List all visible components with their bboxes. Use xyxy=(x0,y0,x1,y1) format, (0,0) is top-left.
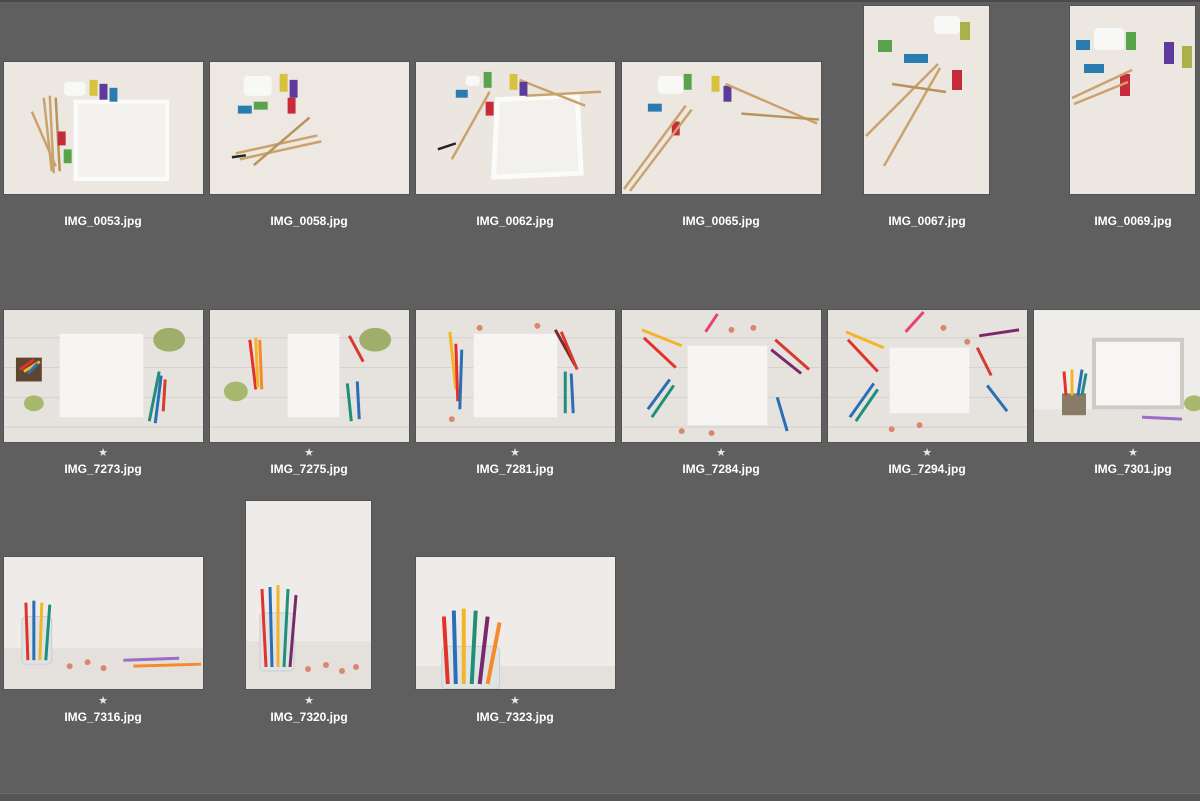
thumbnail-filename: IMG_0062.jpg xyxy=(476,214,554,228)
thumbnail-image[interactable] xyxy=(416,62,615,194)
thumbnail-image[interactable] xyxy=(4,557,203,689)
thumbnail-image[interactable] xyxy=(210,62,409,194)
thumbnail-filename: IMG_7294.jpg xyxy=(888,462,966,476)
thumbnail-filename: IMG_7320.jpg xyxy=(270,710,348,724)
thumbnail-image[interactable] xyxy=(622,62,821,194)
thumbnail-filename: IMG_0065.jpg xyxy=(682,214,760,228)
thumbnail-filename: IMG_0067.jpg xyxy=(888,214,966,228)
thumbnail-image[interactable] xyxy=(416,310,615,442)
rating-star-icon[interactable]: ★ xyxy=(824,448,1030,459)
thumbnail-image[interactable] xyxy=(864,6,989,194)
rating-star-icon[interactable]: ★ xyxy=(1030,448,1200,459)
thumbnail-image[interactable] xyxy=(4,62,203,194)
thumbnail-filename: IMG_0069.jpg xyxy=(1094,214,1172,228)
thumbnail-filename: IMG_7273.jpg xyxy=(64,462,142,476)
rating-star-icon[interactable]: ★ xyxy=(412,448,618,459)
rating-star-icon[interactable]: ★ xyxy=(0,448,206,459)
thumbnail-filename: IMG_7284.jpg xyxy=(682,462,760,476)
thumbnail-filename: IMG_0053.jpg xyxy=(64,214,142,228)
thumbnail-grid: IMG_0053.jpg IMG_0058.jpg IMG_0062.jpg I… xyxy=(0,0,1200,800)
thumbnail-image[interactable] xyxy=(246,501,371,689)
thumbnail-image[interactable] xyxy=(1034,310,1200,442)
thumbnail-image[interactable] xyxy=(1070,6,1195,194)
rating-star-icon[interactable]: ★ xyxy=(0,696,206,707)
thumbnail-image[interactable] xyxy=(210,310,409,442)
rating-star-icon[interactable]: ★ xyxy=(206,696,412,707)
thumbnail-image[interactable] xyxy=(416,557,615,689)
thumbnail-filename: IMG_7323.jpg xyxy=(476,710,554,724)
rating-star-icon[interactable]: ★ xyxy=(618,448,824,459)
rating-star-icon[interactable]: ★ xyxy=(412,696,618,707)
thumbnail-image[interactable] xyxy=(622,310,821,442)
thumbnail-image[interactable] xyxy=(4,310,203,442)
thumbnail-image[interactable] xyxy=(828,310,1027,442)
thumbnail-filename: IMG_7281.jpg xyxy=(476,462,554,476)
thumbnail-filename: IMG_7316.jpg xyxy=(64,710,142,724)
thumbnail-filename: IMG_7301.jpg xyxy=(1094,462,1172,476)
rating-star-icon[interactable]: ★ xyxy=(206,448,412,459)
thumbnail-filename: IMG_7275.jpg xyxy=(270,462,348,476)
thumbnail-filename: IMG_0058.jpg xyxy=(270,214,348,228)
